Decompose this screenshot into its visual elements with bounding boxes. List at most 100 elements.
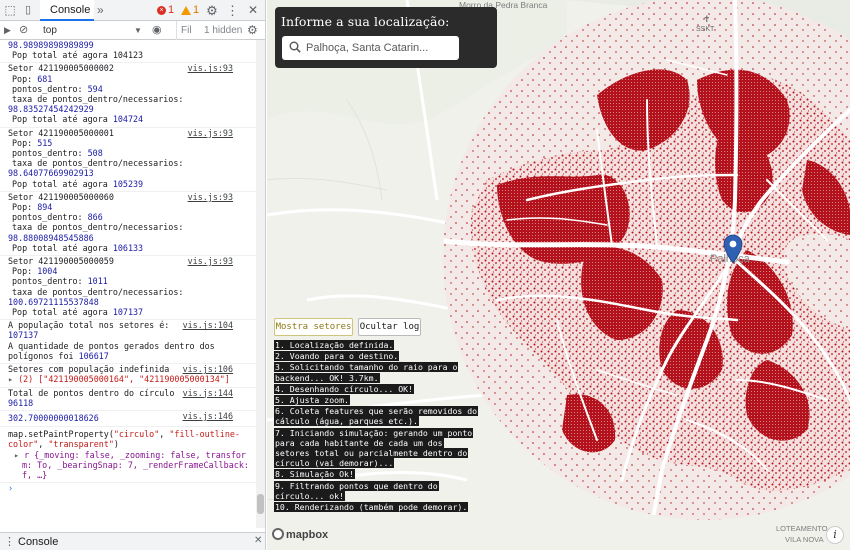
log-label: taxa de pontos_dentro/necessarios: [12, 94, 184, 105]
log-entry: Total de pontos dentro do círculo vis.js… [0, 388, 265, 411]
log-value: 107137 [112, 307, 144, 318]
expand-caret-icon[interactable]: ▸ [14, 450, 19, 460]
warning-count-badge[interactable]: 1 [181, 0, 199, 21]
log-value: 508 [87, 148, 103, 159]
filter-input[interactable]: Fil [176, 21, 202, 40]
location-search-input[interactable] [306, 39, 456, 57]
log-source-link[interactable]: vis.js:144 [183, 388, 233, 398]
map[interactable]: Morro da Pedra Branca SSKT ✝ Palhoça LOT… [267, 0, 850, 550]
log-source-link[interactable]: vis.js:104 [183, 320, 233, 330]
log-source-link[interactable]: vis.js:93 [188, 63, 233, 73]
log-value: 106617 [78, 350, 109, 361]
sidebar-toggle-icon[interactable]: ▶ [4, 21, 16, 40]
log-entry: 302.70000000018626 vis.js:146 [0, 411, 265, 428]
log-entry: A população total nos setores é: vis.js:… [0, 320, 265, 365]
error-icon: × [157, 5, 166, 15]
log-label: taxa de pontos_dentro/necessarios: [12, 158, 184, 169]
clear-console-icon[interactable]: ⊘ [19, 21, 31, 40]
hidden-count[interactable]: 1 hidden [204, 21, 244, 40]
log-value: 594 [87, 83, 103, 94]
more-tabs-icon[interactable]: » [97, 0, 109, 21]
log-command: map.setPaintProperty("circulo", "fill-ou… [0, 427, 265, 484]
log-label: pontos_dentro: [12, 276, 88, 287]
log-label: Pop: [12, 266, 38, 277]
console-log[interactable]: 98.98989898989899 Pop total até agora 10… [0, 40, 265, 528]
mapbox-logo[interactable]: mapbox [272, 528, 328, 544]
location-search-field[interactable] [282, 36, 459, 60]
log-source-link[interactable]: vis.js:93 [188, 128, 233, 138]
log-label: pontos_dentro: [12, 83, 88, 94]
error-count: 1 [168, 4, 175, 16]
log-value: 105239 [112, 178, 144, 189]
search-icon [289, 41, 301, 53]
log-source-link[interactable]: vis.js:106 [183, 364, 233, 374]
log-value: 98.98989898989899 [8, 40, 94, 50]
console-prompt[interactable]: › [0, 483, 265, 495]
log-entry: Setor 421190005000001 vis.js:93 Pop: 515… [0, 128, 265, 192]
log-entry: Setor 421190005000002 vis.js:93 Pop: 681… [0, 63, 265, 128]
devtools-panel: ⬚ ▯ Console » × 1 1 ⚙ ⋮ ✕ ▶ ⊘ top ▼ ◉ Fil… [0, 0, 266, 550]
close-icon[interactable]: ✕ [246, 0, 260, 21]
location-panel-title: Informe a sua localização: [281, 14, 450, 29]
sim-log-line: 5. Ajusta zoom. [274, 395, 350, 406]
log-value: 866 [87, 212, 103, 223]
settings-gear-icon[interactable]: ⚙ [205, 0, 219, 21]
log-value: 894 [37, 202, 53, 213]
tab-console[interactable]: Console [40, 0, 94, 21]
location-pin-icon[interactable] [723, 234, 743, 264]
attribution-info-icon[interactable]: i [826, 526, 844, 544]
log-source-link[interactable]: vis.js:93 [188, 256, 233, 266]
context-selector[interactable]: top [40, 21, 146, 40]
inspect-element-icon[interactable]: ⬚ [2, 0, 18, 21]
sim-log-line: 6. Coleta features que serão removidos d… [274, 406, 479, 427]
chevron-down-icon[interactable]: ▼ [134, 21, 144, 40]
place-label-loteamento: LOTEAMENTO [776, 524, 828, 533]
eye-icon[interactable]: ◉ [152, 21, 166, 40]
simulation-log: 1. Localização definida. 2. Voando para … [274, 340, 479, 513]
prompt-arrow-icon: › [8, 483, 14, 494]
log-value: 98.88008948545886 [8, 232, 94, 243]
log-text: A quantidade de pontos gerados dentro do… [8, 340, 215, 351]
log-entry: Setor 421190005000060 vis.js:93 Pop: 894… [0, 192, 265, 257]
result-object: m: To, _bearingSnap: 7, _renderFrameCall… [22, 459, 249, 470]
mostra-setores-button[interactable]: Mostra setores [274, 318, 353, 336]
log-label: Pop total até agora [12, 114, 113, 125]
log-value: 515 [37, 137, 53, 148]
console-toolbar: ▶ ⊘ top ▼ ◉ Fil 1 hidden ⚙ [0, 21, 265, 40]
log-value: 96118 [8, 397, 34, 408]
error-count-badge[interactable]: × 1 [157, 0, 174, 21]
warning-icon [181, 5, 191, 15]
sim-log-line: 3. Solicitando tamanho do raio para o ba… [274, 362, 459, 383]
log-text: polígonos foi [8, 350, 79, 361]
log-source-link[interactable]: vis.js:146 [183, 411, 233, 421]
sim-log-line: 2. Voando para o destino. [274, 351, 400, 362]
log-label: Pop total até agora [12, 307, 113, 318]
log-value: 1004 [37, 266, 58, 277]
log-label: pontos_dentro: [12, 148, 88, 159]
drawer-tab-console[interactable]: Console [18, 536, 58, 548]
log-entry: Setores com população indefinida vis.js:… [0, 364, 265, 388]
place-label-vila-nova: VILA NOVA [785, 535, 824, 544]
place-label-ssk: SSKT [696, 26, 715, 33]
log-value: 104724 [112, 114, 144, 125]
log-value: 1011 [87, 276, 108, 287]
device-toolbar-icon[interactable]: ▯ [20, 0, 36, 21]
drawer-menu-icon[interactable]: ⋮ [4, 535, 15, 548]
sim-log-line: 4. Desenhando círculo... OK! [274, 383, 415, 394]
cross-icon: ✝ [703, 14, 711, 24]
log-array[interactable]: (2) ["421190005000164", "421190005000134… [18, 374, 230, 384]
result-object[interactable]: r {_moving: false, _zooming: false, tran… [24, 450, 246, 460]
console-settings-gear-icon[interactable]: ⚙ [247, 21, 261, 40]
command-text: map.setPaintProperty( [8, 429, 114, 440]
log-value: 106133 [112, 242, 144, 253]
kebab-menu-icon[interactable]: ⋮ [226, 0, 239, 21]
sim-log-line: 8. Simulação Ok! [274, 469, 355, 480]
expand-caret-icon[interactable]: ▸ [8, 374, 13, 384]
command-arg: "transparent" [48, 439, 114, 450]
devtools-tabbar: ⬚ ▯ Console » × 1 1 ⚙ ⋮ ✕ [0, 0, 265, 21]
scrollbar-thumb[interactable] [257, 494, 264, 514]
log-source-link[interactable]: vis.js:93 [188, 192, 233, 202]
close-drawer-icon[interactable]: ✕ [254, 535, 262, 546]
scrollbar[interactable] [256, 40, 265, 528]
ocultar-log-button[interactable]: Ocultar log [358, 318, 421, 336]
